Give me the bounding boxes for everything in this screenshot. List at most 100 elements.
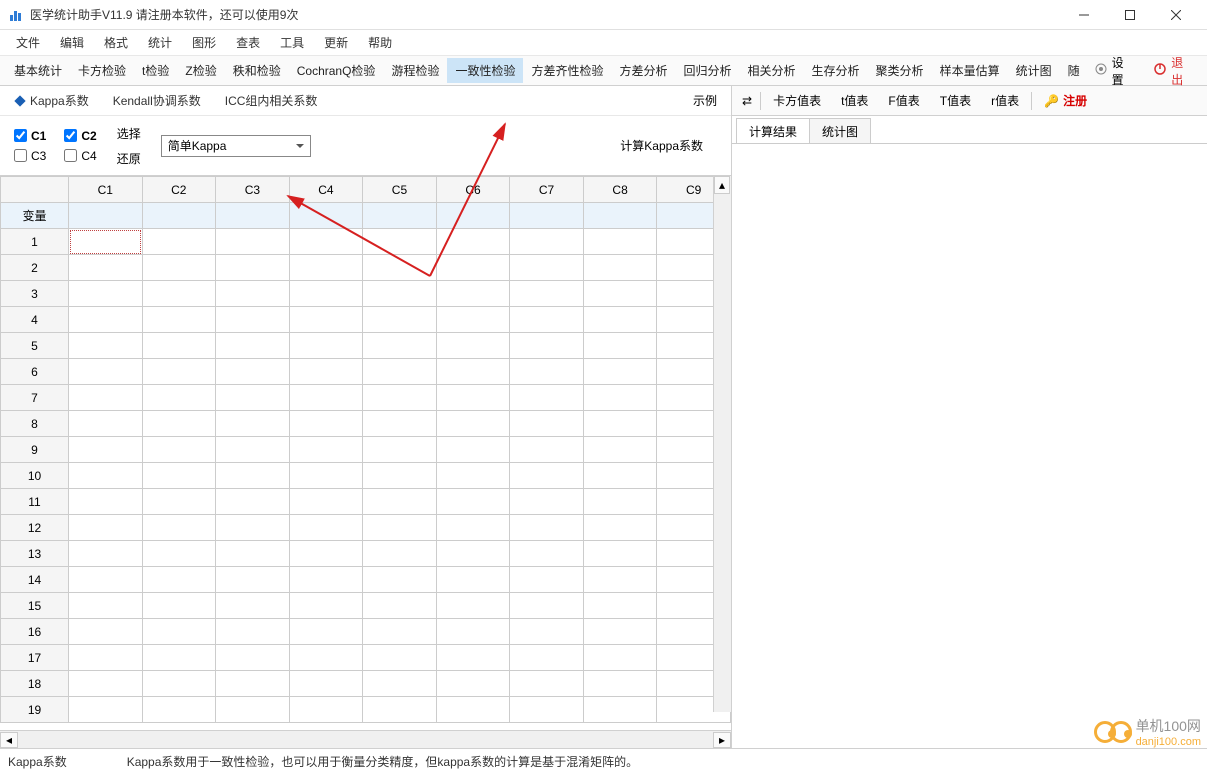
cell[interactable] bbox=[363, 437, 437, 463]
cell[interactable] bbox=[583, 645, 657, 671]
cell[interactable] bbox=[69, 307, 143, 333]
cell[interactable] bbox=[69, 359, 143, 385]
cell[interactable] bbox=[436, 671, 510, 697]
cell[interactable] bbox=[216, 333, 290, 359]
col-C1[interactable]: C1 bbox=[69, 177, 143, 203]
cell[interactable] bbox=[142, 489, 216, 515]
value-table-F值表[interactable]: F值表 bbox=[878, 88, 929, 113]
cell[interactable] bbox=[216, 411, 290, 437]
cell[interactable] bbox=[69, 697, 143, 723]
tool-秩和检验[interactable]: 秩和检验 bbox=[225, 58, 289, 83]
cell[interactable] bbox=[583, 489, 657, 515]
cell[interactable] bbox=[436, 359, 510, 385]
cell[interactable] bbox=[363, 593, 437, 619]
col-C6[interactable]: C6 bbox=[436, 177, 510, 203]
tool-一致性检验[interactable]: 一致性检验 bbox=[447, 58, 523, 83]
cell[interactable] bbox=[216, 567, 290, 593]
cell[interactable] bbox=[289, 541, 363, 567]
cell[interactable] bbox=[289, 697, 363, 723]
cell[interactable] bbox=[583, 229, 657, 255]
cell[interactable] bbox=[363, 515, 437, 541]
tool-聚类分析[interactable]: 聚类分析 bbox=[868, 58, 932, 83]
tool-相关分析[interactable]: 相关分析 bbox=[740, 58, 804, 83]
cell[interactable] bbox=[583, 463, 657, 489]
check-C1[interactable]: C1 bbox=[14, 129, 46, 143]
cell[interactable] bbox=[289, 281, 363, 307]
cell[interactable] bbox=[289, 671, 363, 697]
cell[interactable] bbox=[69, 671, 143, 697]
calculate-button[interactable]: 计算Kappa系数 bbox=[606, 131, 717, 160]
menu-编辑[interactable]: 编辑 bbox=[50, 30, 94, 55]
cell[interactable] bbox=[510, 281, 584, 307]
col-C2[interactable]: C2 bbox=[142, 177, 216, 203]
cell[interactable] bbox=[510, 489, 584, 515]
cell[interactable] bbox=[289, 229, 363, 255]
tool-回归分析[interactable]: 回归分析 bbox=[676, 58, 740, 83]
var-cell[interactable] bbox=[69, 203, 143, 229]
cell[interactable] bbox=[289, 567, 363, 593]
cell[interactable] bbox=[583, 437, 657, 463]
cell[interactable] bbox=[583, 307, 657, 333]
menu-统计[interactable]: 统计 bbox=[138, 30, 182, 55]
cell[interactable] bbox=[142, 697, 216, 723]
menu-帮助[interactable]: 帮助 bbox=[358, 30, 402, 55]
cell[interactable] bbox=[142, 255, 216, 281]
check-C2[interactable]: C2 bbox=[64, 129, 96, 143]
value-table-r值表[interactable]: r值表 bbox=[981, 88, 1029, 113]
value-table-卡方值表[interactable]: 卡方值表 bbox=[763, 88, 831, 113]
cell[interactable] bbox=[510, 697, 584, 723]
cell[interactable] bbox=[436, 489, 510, 515]
col-C3[interactable]: C3 bbox=[216, 177, 290, 203]
left-tab-2[interactable]: ICC组内相关系数 bbox=[213, 88, 330, 113]
tool-样本量估算[interactable]: 样本量估算 bbox=[932, 58, 1008, 83]
scroll-left-button[interactable]: ◂ bbox=[0, 732, 18, 748]
cell[interactable] bbox=[216, 489, 290, 515]
cell[interactable] bbox=[583, 281, 657, 307]
cell[interactable] bbox=[363, 333, 437, 359]
cell[interactable] bbox=[510, 541, 584, 567]
cell[interactable] bbox=[510, 619, 584, 645]
kappa-type-combo[interactable]: 简单Kappa bbox=[161, 135, 311, 157]
cell[interactable] bbox=[436, 541, 510, 567]
row-3[interactable]: 3 bbox=[1, 281, 69, 307]
cell[interactable] bbox=[583, 359, 657, 385]
cell[interactable] bbox=[289, 593, 363, 619]
close-button[interactable] bbox=[1153, 0, 1199, 30]
var-cell[interactable] bbox=[216, 203, 290, 229]
cell[interactable] bbox=[583, 593, 657, 619]
row-10[interactable]: 10 bbox=[1, 463, 69, 489]
cell[interactable] bbox=[216, 463, 290, 489]
cell[interactable] bbox=[363, 307, 437, 333]
cell[interactable] bbox=[69, 489, 143, 515]
cell[interactable] bbox=[142, 541, 216, 567]
cell[interactable] bbox=[69, 541, 143, 567]
cell[interactable] bbox=[216, 619, 290, 645]
cell[interactable] bbox=[363, 255, 437, 281]
cell[interactable] bbox=[142, 385, 216, 411]
cell[interactable] bbox=[436, 255, 510, 281]
cell[interactable] bbox=[142, 359, 216, 385]
tool-随[interactable]: 随 bbox=[1060, 58, 1088, 83]
cell[interactable] bbox=[216, 515, 290, 541]
menu-图形[interactable]: 图形 bbox=[182, 30, 226, 55]
swap-icon[interactable]: ⇄ bbox=[736, 92, 758, 110]
row-12[interactable]: 12 bbox=[1, 515, 69, 541]
row-4[interactable]: 4 bbox=[1, 307, 69, 333]
restore-label[interactable]: 还原 bbox=[117, 150, 141, 167]
cell[interactable] bbox=[142, 229, 216, 255]
tool-方差分析[interactable]: 方差分析 bbox=[611, 58, 675, 83]
tool-游程检验[interactable]: 游程检验 bbox=[383, 58, 447, 83]
var-cell[interactable] bbox=[436, 203, 510, 229]
row-9[interactable]: 9 bbox=[1, 437, 69, 463]
cell[interactable] bbox=[69, 515, 143, 541]
cell[interactable] bbox=[510, 255, 584, 281]
cell[interactable] bbox=[583, 541, 657, 567]
cell[interactable] bbox=[363, 645, 437, 671]
row-7[interactable]: 7 bbox=[1, 385, 69, 411]
cell[interactable] bbox=[216, 437, 290, 463]
menu-查表[interactable]: 查表 bbox=[226, 30, 270, 55]
var-cell[interactable] bbox=[289, 203, 363, 229]
cell[interactable] bbox=[363, 671, 437, 697]
cell[interactable] bbox=[436, 463, 510, 489]
cell[interactable] bbox=[216, 645, 290, 671]
